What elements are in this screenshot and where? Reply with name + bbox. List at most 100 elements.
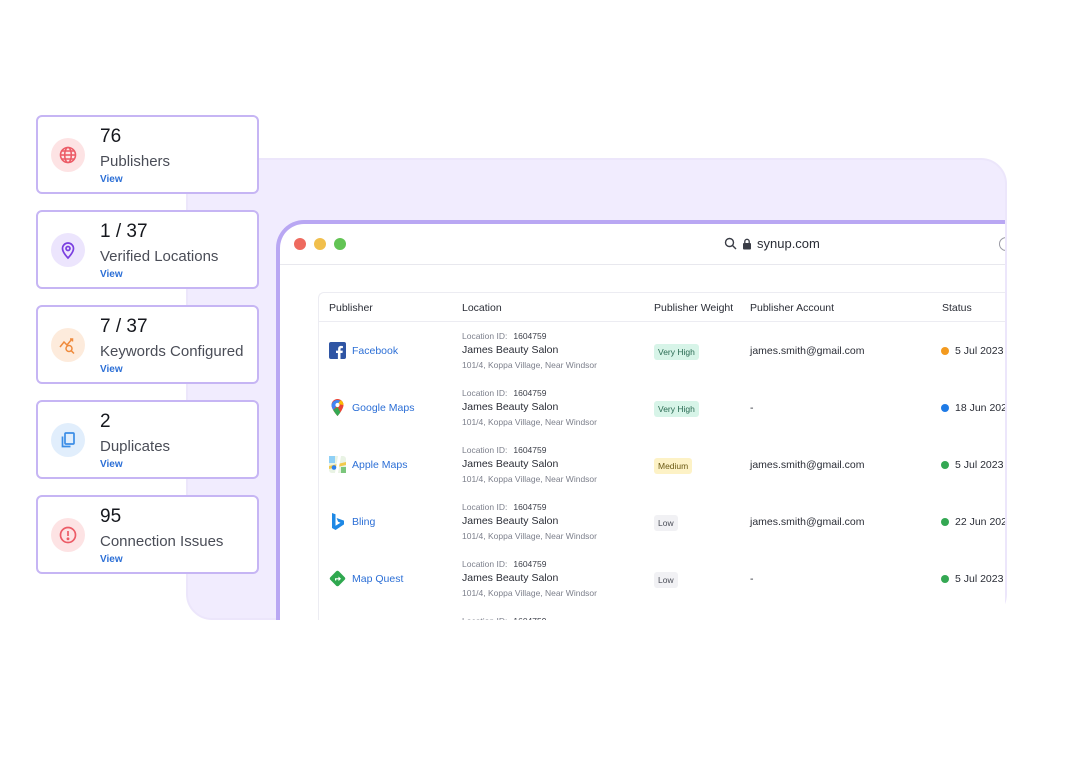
address-bar[interactable]: synup.com — [724, 236, 820, 251]
publisher-cell[interactable]: Bling — [329, 513, 375, 530]
status-dot — [941, 461, 949, 469]
location-id-label: Location ID: — [462, 388, 508, 398]
publisher-name: Facebook — [352, 344, 399, 357]
header-publisher-weight[interactable]: Publisher Weight — [654, 302, 733, 314]
duplicates-label: Duplicates — [100, 438, 171, 455]
header-publisher[interactable]: Publisher — [329, 302, 373, 314]
verified-locations-view-link[interactable]: View — [100, 269, 123, 280]
globe-icon — [51, 138, 85, 172]
table-row[interactable]: Location ID: 1604759 — [319, 607, 1005, 620]
publisher-cell[interactable]: Map Quest — [329, 570, 403, 587]
publisher-cell[interactable]: Apple Maps — [329, 456, 407, 473]
weight-badge: Very High — [654, 344, 699, 360]
table-row[interactable]: Map Quest Location ID: 1604759 James Beau… — [319, 550, 1005, 607]
location-cell: Location ID: 1604759 — [462, 616, 546, 620]
weight-badge: Very High — [654, 401, 699, 417]
status-cell: 22 Jun 202 — [941, 516, 1005, 528]
card-duplicates: 2 Duplicates View — [36, 400, 259, 479]
status-date: 22 Jun 202 — [955, 516, 1005, 528]
location-id-label: Location ID: — [462, 502, 508, 512]
location-id: 1604759 — [513, 616, 546, 620]
table-row[interactable]: Facebook Location ID: 1604759 James Beaut… — [319, 322, 1005, 379]
status-dot — [941, 404, 949, 412]
card-keywords-configured: 7 / 37 Keywords Configured View — [36, 305, 259, 384]
location-address: 101/4, Koppa Village, Near Windsor — [462, 531, 597, 541]
location-cell: Location ID: 1604759 James Beauty Salon 1… — [462, 445, 597, 484]
keywords-view-link[interactable]: View — [100, 364, 123, 375]
mapquest-icon — [329, 570, 346, 587]
status-date: 5 Jul 2023 — [955, 459, 1004, 471]
location-name: James Beauty Salon — [462, 344, 559, 356]
publisher-account: - — [750, 573, 754, 585]
header-status[interactable]: Status — [942, 302, 972, 314]
status-date: 5 Jul 2023 — [955, 345, 1004, 357]
location-name: James Beauty Salon — [462, 401, 559, 413]
status-date: 5 Jul 2023 — [955, 573, 1004, 585]
verified-locations-label: Verified Locations — [100, 248, 219, 265]
publisher-cell[interactable]: Facebook — [329, 342, 398, 359]
location-id-label: Location ID: — [462, 559, 508, 569]
status-cell: 18 Jun 202 — [941, 402, 1005, 414]
publisher-account: james.smith@gmail.com — [750, 345, 865, 357]
publishers-table: Publisher Location Publisher Weight Publ… — [318, 292, 1005, 620]
status-dot — [941, 518, 949, 526]
publisher-account: james.smith@gmail.com — [750, 459, 865, 471]
verified-locations-count: 1 / 37 — [100, 221, 148, 242]
keywords-label: Keywords Configured — [100, 343, 244, 360]
card-publishers: 76 Publishers View — [36, 115, 259, 194]
location-address: 101/4, Koppa Village, Near Windsor — [462, 474, 597, 484]
address-url: synup.com — [757, 236, 820, 251]
publisher-account: - — [750, 402, 754, 414]
table-row[interactable]: Google Maps Location ID: 1604759 James Be… — [319, 379, 1005, 436]
location-name: James Beauty Salon — [462, 458, 559, 470]
location-name: James Beauty Salon — [462, 515, 559, 527]
location-name: James Beauty Salon — [462, 572, 559, 584]
location-id: 1604759 — [513, 445, 547, 455]
publisher-account: james.smith@gmail.com — [750, 516, 865, 528]
location-cell: Location ID: 1604759 James Beauty Salon 1… — [462, 331, 597, 370]
google-maps-icon — [329, 399, 346, 416]
status-cell: 5 Jul 2023 — [941, 345, 1003, 357]
weight-badge: Low — [654, 515, 678, 531]
keywords-count: 7 / 37 — [100, 316, 148, 337]
lock-icon — [743, 238, 751, 249]
location-id-label: Location ID: — [462, 331, 508, 341]
minimize-window-button[interactable] — [314, 238, 326, 250]
publishers-view-link[interactable]: View — [100, 174, 123, 185]
location-id: 1604759 — [513, 502, 547, 512]
location-id-label: Location ID: — [462, 616, 507, 620]
duplicates-count: 2 — [100, 411, 111, 432]
reload-icon[interactable] — [999, 237, 1005, 251]
status-dot — [941, 575, 949, 583]
status-cell: 5 Jul 2023 — [941, 573, 1003, 585]
card-verified-locations: 1 / 37 Verified Locations View — [36, 210, 259, 289]
card-connection-issues: 95 Connection Issues View — [36, 495, 259, 574]
header-publisher-account[interactable]: Publisher Account — [750, 302, 834, 314]
browser-window: synup.com Publisher Location Publisher W… — [276, 220, 1005, 620]
status-cell: 5 Jul 2023 — [941, 459, 1003, 471]
keyword-search-icon — [51, 328, 85, 362]
facebook-icon — [329, 342, 346, 359]
close-window-button[interactable] — [294, 238, 306, 250]
publisher-cell[interactable]: Google Maps — [329, 399, 414, 416]
location-id: 1604759 — [513, 559, 547, 569]
header-location[interactable]: Location — [462, 302, 502, 314]
publishers-count: 76 — [100, 126, 122, 147]
table-row[interactable]: Apple Maps Location ID: 1604759 James Bea… — [319, 436, 1005, 493]
weight-badge: Low — [654, 572, 678, 588]
publishers-label: Publishers — [100, 153, 171, 170]
location-address: 101/4, Koppa Village, Near Windsor — [462, 588, 597, 598]
browser-titlebar: synup.com — [280, 224, 1005, 265]
publisher-name: Bling — [352, 515, 376, 528]
duplicates-view-link[interactable]: View — [100, 459, 123, 470]
location-cell: Location ID: 1604759 James Beauty Salon 1… — [462, 388, 597, 427]
alert-circle-icon — [51, 518, 85, 552]
table-row[interactable]: Bling Location ID: 1604759 James Beauty S… — [319, 493, 1005, 550]
location-address: 101/4, Koppa Village, Near Windsor — [462, 417, 597, 427]
maximize-window-button[interactable] — [334, 238, 346, 250]
bing-icon — [329, 513, 346, 530]
connection-issues-count: 95 — [100, 506, 122, 527]
publisher-name: Apple Maps — [352, 458, 408, 471]
connection-issues-view-link[interactable]: View — [100, 554, 123, 565]
location-cell: Location ID: 1604759 James Beauty Salon 1… — [462, 502, 597, 541]
